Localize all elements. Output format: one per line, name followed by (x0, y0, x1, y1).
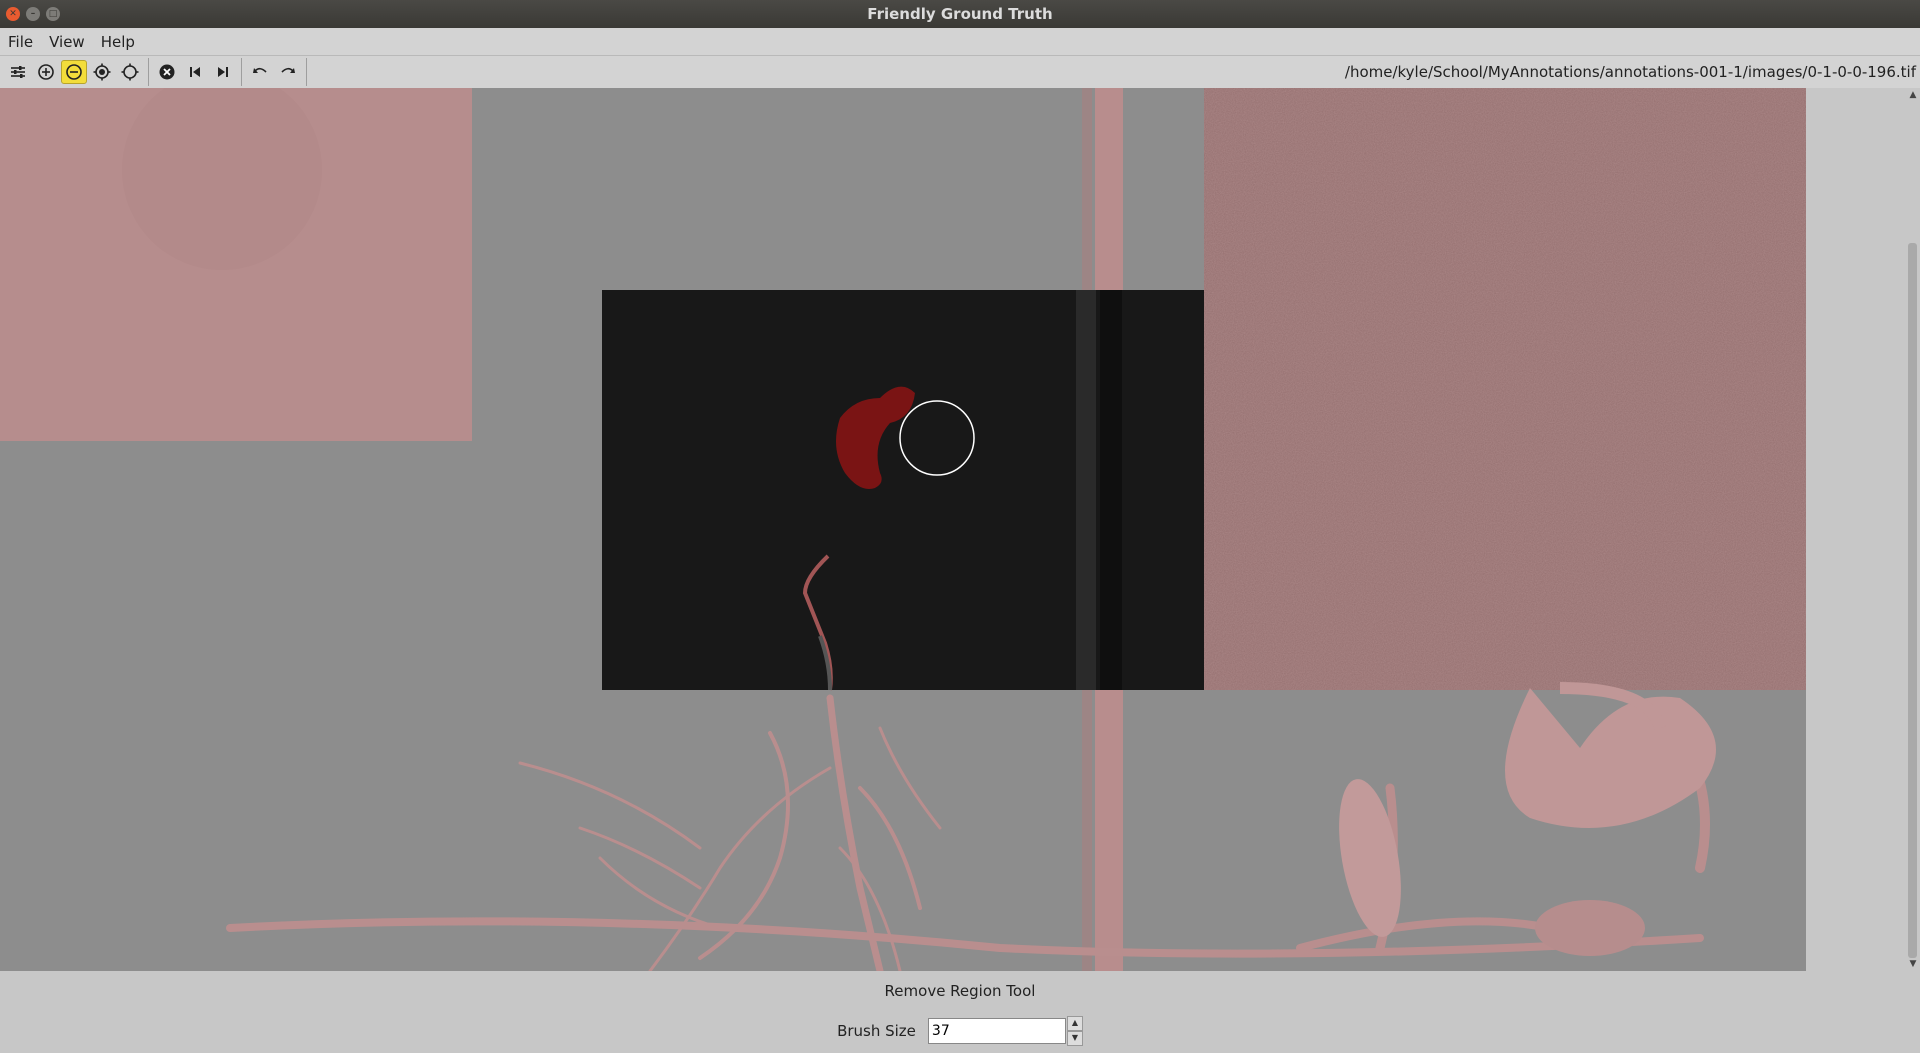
menu-file[interactable]: File (0, 33, 41, 51)
canvas-margin (1806, 88, 1906, 971)
add-point-tool-button[interactable] (89, 60, 115, 84)
discard-button[interactable] (154, 60, 180, 84)
remove-point-icon (121, 63, 139, 81)
maximize-window-button[interactable]: □ (46, 7, 60, 21)
decrement-icon[interactable]: ▼ (1066, 1031, 1083, 1046)
brush-size-row: Brush Size ▲ ▼ (0, 1016, 1920, 1046)
brush-size-input[interactable] (927, 1018, 1066, 1044)
scroll-down-icon[interactable]: ▼ (1908, 959, 1918, 969)
scrollbar-thumb[interactable] (1908, 243, 1917, 958)
menu-help[interactable]: Help (93, 33, 143, 51)
vertical-scrollbar[interactable]: ▲ ▼ (1906, 88, 1920, 971)
add-point-icon (93, 63, 111, 81)
brush-size-label: Brush Size (837, 1022, 916, 1040)
toolbar: /home/kyle/School/MyAnnotations/annotati… (0, 56, 1920, 89)
brush-size-stepper[interactable]: ▲ ▼ (1066, 1016, 1083, 1046)
add-region-icon (38, 64, 54, 80)
minimize-window-button[interactable]: – (26, 7, 40, 21)
remove-region-icon (66, 64, 82, 80)
menu-view[interactable]: View (41, 33, 93, 51)
navigation-group (149, 58, 242, 86)
window-title: Friendly Ground Truth (867, 5, 1053, 23)
remove-region-tool-button[interactable] (61, 60, 87, 84)
tool-group (0, 58, 149, 86)
add-region-tool-button[interactable] (33, 60, 59, 84)
prev-image-icon (190, 67, 200, 77)
next-image-button[interactable] (210, 60, 236, 84)
scroll-up-icon[interactable]: ▲ (1908, 90, 1918, 100)
remove-point-tool-button[interactable] (117, 60, 143, 84)
previous-image-button[interactable] (182, 60, 208, 84)
menu-bar: File View Help (0, 28, 1920, 56)
redo-button[interactable] (275, 60, 301, 84)
undo-button[interactable] (247, 60, 273, 84)
annotation-image[interactable] (0, 88, 1806, 971)
next-image-icon (218, 67, 228, 77)
redo-icon (281, 67, 295, 73)
increment-icon[interactable]: ▲ (1066, 1016, 1083, 1031)
close-window-button[interactable]: ✕ (6, 7, 20, 21)
image-canvas[interactable] (0, 88, 1806, 971)
undo-icon (253, 67, 267, 73)
tool-name: Remove Region Tool (884, 982, 1036, 1000)
discard-icon (159, 64, 175, 80)
file-path: /home/kyle/School/MyAnnotations/annotati… (1344, 63, 1916, 81)
title-bar: ✕ – □ Friendly Ground Truth (0, 0, 1920, 28)
adjust-tool-button[interactable] (5, 60, 31, 84)
history-group (242, 58, 307, 86)
adjust-icon (11, 66, 25, 78)
